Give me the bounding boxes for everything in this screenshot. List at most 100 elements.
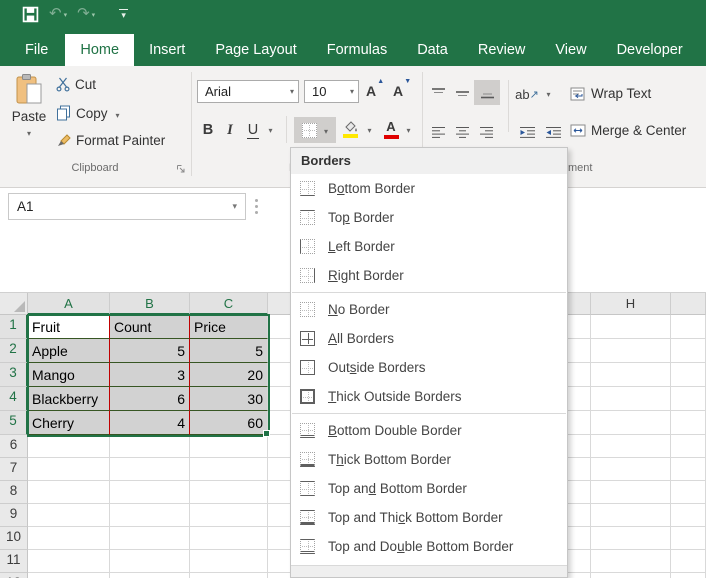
empty-cell[interactable] [671, 363, 706, 387]
cell-a1[interactable]: Fruit [28, 315, 110, 339]
column-header[interactable] [671, 293, 706, 315]
name-box[interactable]: A1 [8, 193, 246, 220]
paste-dropdown-arrow-icon[interactable] [6, 124, 52, 139]
underline-button[interactable]: U [242, 118, 264, 142]
format-painter-button[interactable]: Format Painter [56, 133, 165, 148]
empty-cell[interactable] [591, 435, 671, 458]
fill-color-button[interactable] [340, 117, 360, 141]
menu-item-top-border[interactable]: Top Border [291, 203, 567, 232]
column-header-a[interactable]: A [28, 293, 110, 315]
cell-b3[interactable]: 3 [110, 363, 190, 387]
empty-cell[interactable] [671, 481, 706, 504]
empty-cell[interactable] [28, 527, 110, 550]
empty-cell[interactable] [190, 458, 268, 481]
tab-developer[interactable]: Developer [602, 34, 698, 66]
empty-cell[interactable] [28, 573, 110, 578]
menu-item-top-and-double-bottom-border[interactable]: Top and Double Bottom Border [291, 532, 567, 561]
cell-c5[interactable]: 60 [190, 411, 268, 435]
undo-button[interactable] [49, 2, 67, 27]
cell-a5[interactable]: Cherry [28, 411, 110, 435]
menu-item-thick-bottom-border[interactable]: Thick Bottom Border [291, 445, 567, 474]
row-header-5[interactable]: 5 [0, 411, 28, 435]
empty-cell[interactable] [591, 527, 671, 550]
align-right-button[interactable] [476, 120, 496, 144]
empty-cell[interactable] [671, 339, 706, 363]
empty-cell[interactable] [110, 504, 190, 527]
merge-center-button[interactable]: Merge & Center [570, 123, 686, 138]
tab-file[interactable]: File [8, 34, 65, 66]
bottom-align-button[interactable] [474, 80, 500, 105]
undo-dropdown-arrow-icon[interactable] [62, 2, 68, 27]
row-header-4[interactable]: 4 [0, 387, 28, 411]
empty-cell[interactable] [671, 315, 706, 339]
increase-font-size-button[interactable]: A▲ [366, 83, 376, 99]
fill-color-dropdown-arrow-icon[interactable] [362, 118, 374, 142]
cell-b5[interactable]: 4 [110, 411, 190, 435]
empty-cell[interactable] [28, 504, 110, 527]
font-color-button[interactable]: A [382, 117, 400, 141]
italic-button[interactable]: I [222, 118, 238, 142]
empty-cell[interactable] [190, 481, 268, 504]
empty-cell[interactable] [591, 411, 671, 435]
column-header-h[interactable]: H [591, 293, 671, 315]
select-all-corner[interactable] [0, 293, 28, 315]
align-left-button[interactable] [428, 120, 448, 144]
empty-cell[interactable] [591, 315, 671, 339]
tab-insert[interactable]: Insert [134, 34, 200, 66]
copy-dropdown-arrow-icon[interactable] [113, 106, 120, 121]
cell-c1[interactable]: Price [190, 315, 268, 339]
row-header-3[interactable]: 3 [0, 363, 28, 387]
borders-dropdown-arrow-icon[interactable] [321, 122, 328, 138]
tab-home[interactable]: Home [65, 34, 134, 66]
row-header-11[interactable]: 11 [0, 550, 28, 573]
empty-cell[interactable] [671, 504, 706, 527]
tab-data[interactable]: Data [402, 34, 463, 66]
menu-item-right-border[interactable]: Right Border [291, 261, 567, 290]
empty-cell[interactable] [591, 573, 671, 578]
redo-dropdown-arrow-icon[interactable] [90, 2, 96, 27]
bold-button[interactable]: B [198, 118, 218, 142]
tab-page-layout[interactable]: Page Layout [200, 34, 311, 66]
empty-cell[interactable] [110, 550, 190, 573]
copy-button[interactable]: Copy [56, 105, 120, 121]
clipboard-dialog-launcher[interactable] [176, 164, 187, 175]
empty-cell[interactable] [28, 550, 110, 573]
tab-formulas[interactable]: Formulas [312, 34, 402, 66]
empty-cell[interactable] [110, 481, 190, 504]
font-size-combo[interactable]: 10 [304, 80, 359, 103]
row-header-7[interactable]: 7 [0, 458, 28, 481]
increase-indent-button[interactable] [542, 120, 564, 144]
top-align-button[interactable] [428, 82, 448, 106]
menu-item-outside-borders[interactable]: Outside Borders [291, 353, 567, 382]
empty-cell[interactable] [671, 573, 706, 578]
cell-c4[interactable]: 30 [190, 387, 268, 411]
empty-cell[interactable] [671, 458, 706, 481]
empty-cell[interactable] [591, 458, 671, 481]
redo-button[interactable] [77, 2, 95, 27]
empty-cell[interactable] [28, 435, 110, 458]
cell-b4[interactable]: 6 [110, 387, 190, 411]
row-header-9[interactable]: 9 [0, 504, 28, 527]
cell-b2[interactable]: 5 [110, 339, 190, 363]
decrease-indent-button[interactable] [516, 120, 538, 144]
empty-cell[interactable] [671, 411, 706, 435]
cut-button[interactable]: Cut [56, 77, 96, 92]
empty-cell[interactable] [591, 504, 671, 527]
empty-cell[interactable] [190, 435, 268, 458]
center-button[interactable] [452, 120, 472, 144]
row-header-8[interactable]: 8 [0, 481, 28, 504]
wrap-text-button[interactable]: Wrap Text [570, 86, 651, 101]
column-header-b[interactable]: B [110, 293, 190, 315]
middle-align-button[interactable] [452, 82, 472, 106]
empty-cell[interactable] [110, 435, 190, 458]
menu-item-thick-outside-borders[interactable]: Thick Outside Borders [291, 382, 567, 411]
menu-item-top-and-thick-bottom-border[interactable]: Top and Thick Bottom Border [291, 503, 567, 532]
orientation-dropdown-arrow-icon[interactable] [541, 82, 553, 106]
cell-c3[interactable]: 20 [190, 363, 268, 387]
underline-dropdown-arrow-icon[interactable] [263, 118, 275, 142]
empty-cell[interactable] [28, 458, 110, 481]
empty-cell[interactable] [671, 527, 706, 550]
tab-review[interactable]: Review [463, 34, 541, 66]
empty-cell[interactable] [190, 527, 268, 550]
menu-item-bottom-double-border[interactable]: Bottom Double Border [291, 416, 567, 445]
